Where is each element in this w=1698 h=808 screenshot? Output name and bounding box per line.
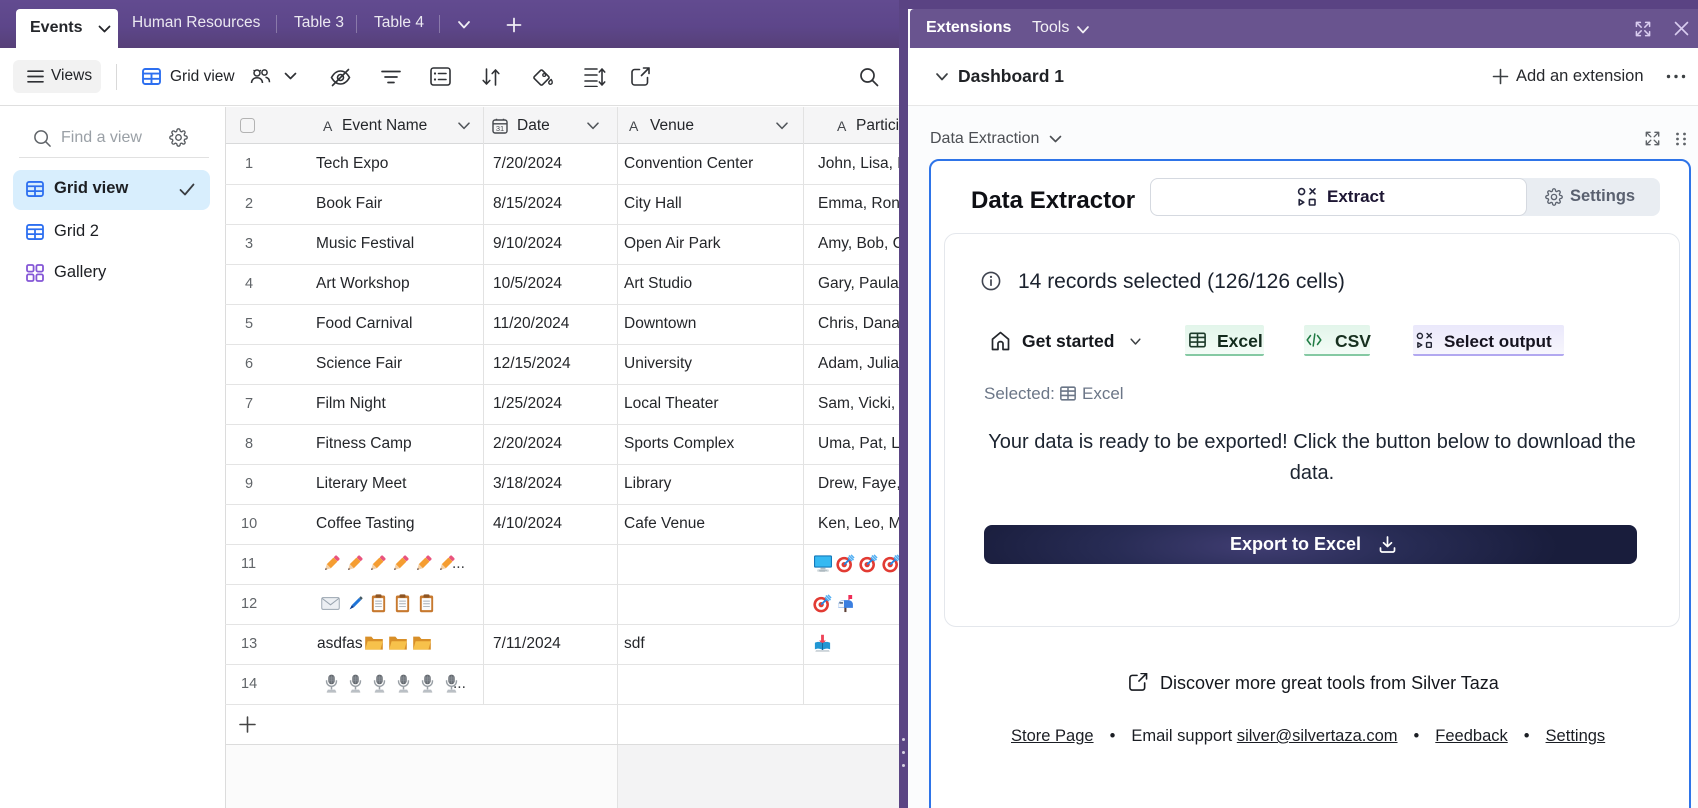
svg-text:31: 31 xyxy=(496,124,504,133)
